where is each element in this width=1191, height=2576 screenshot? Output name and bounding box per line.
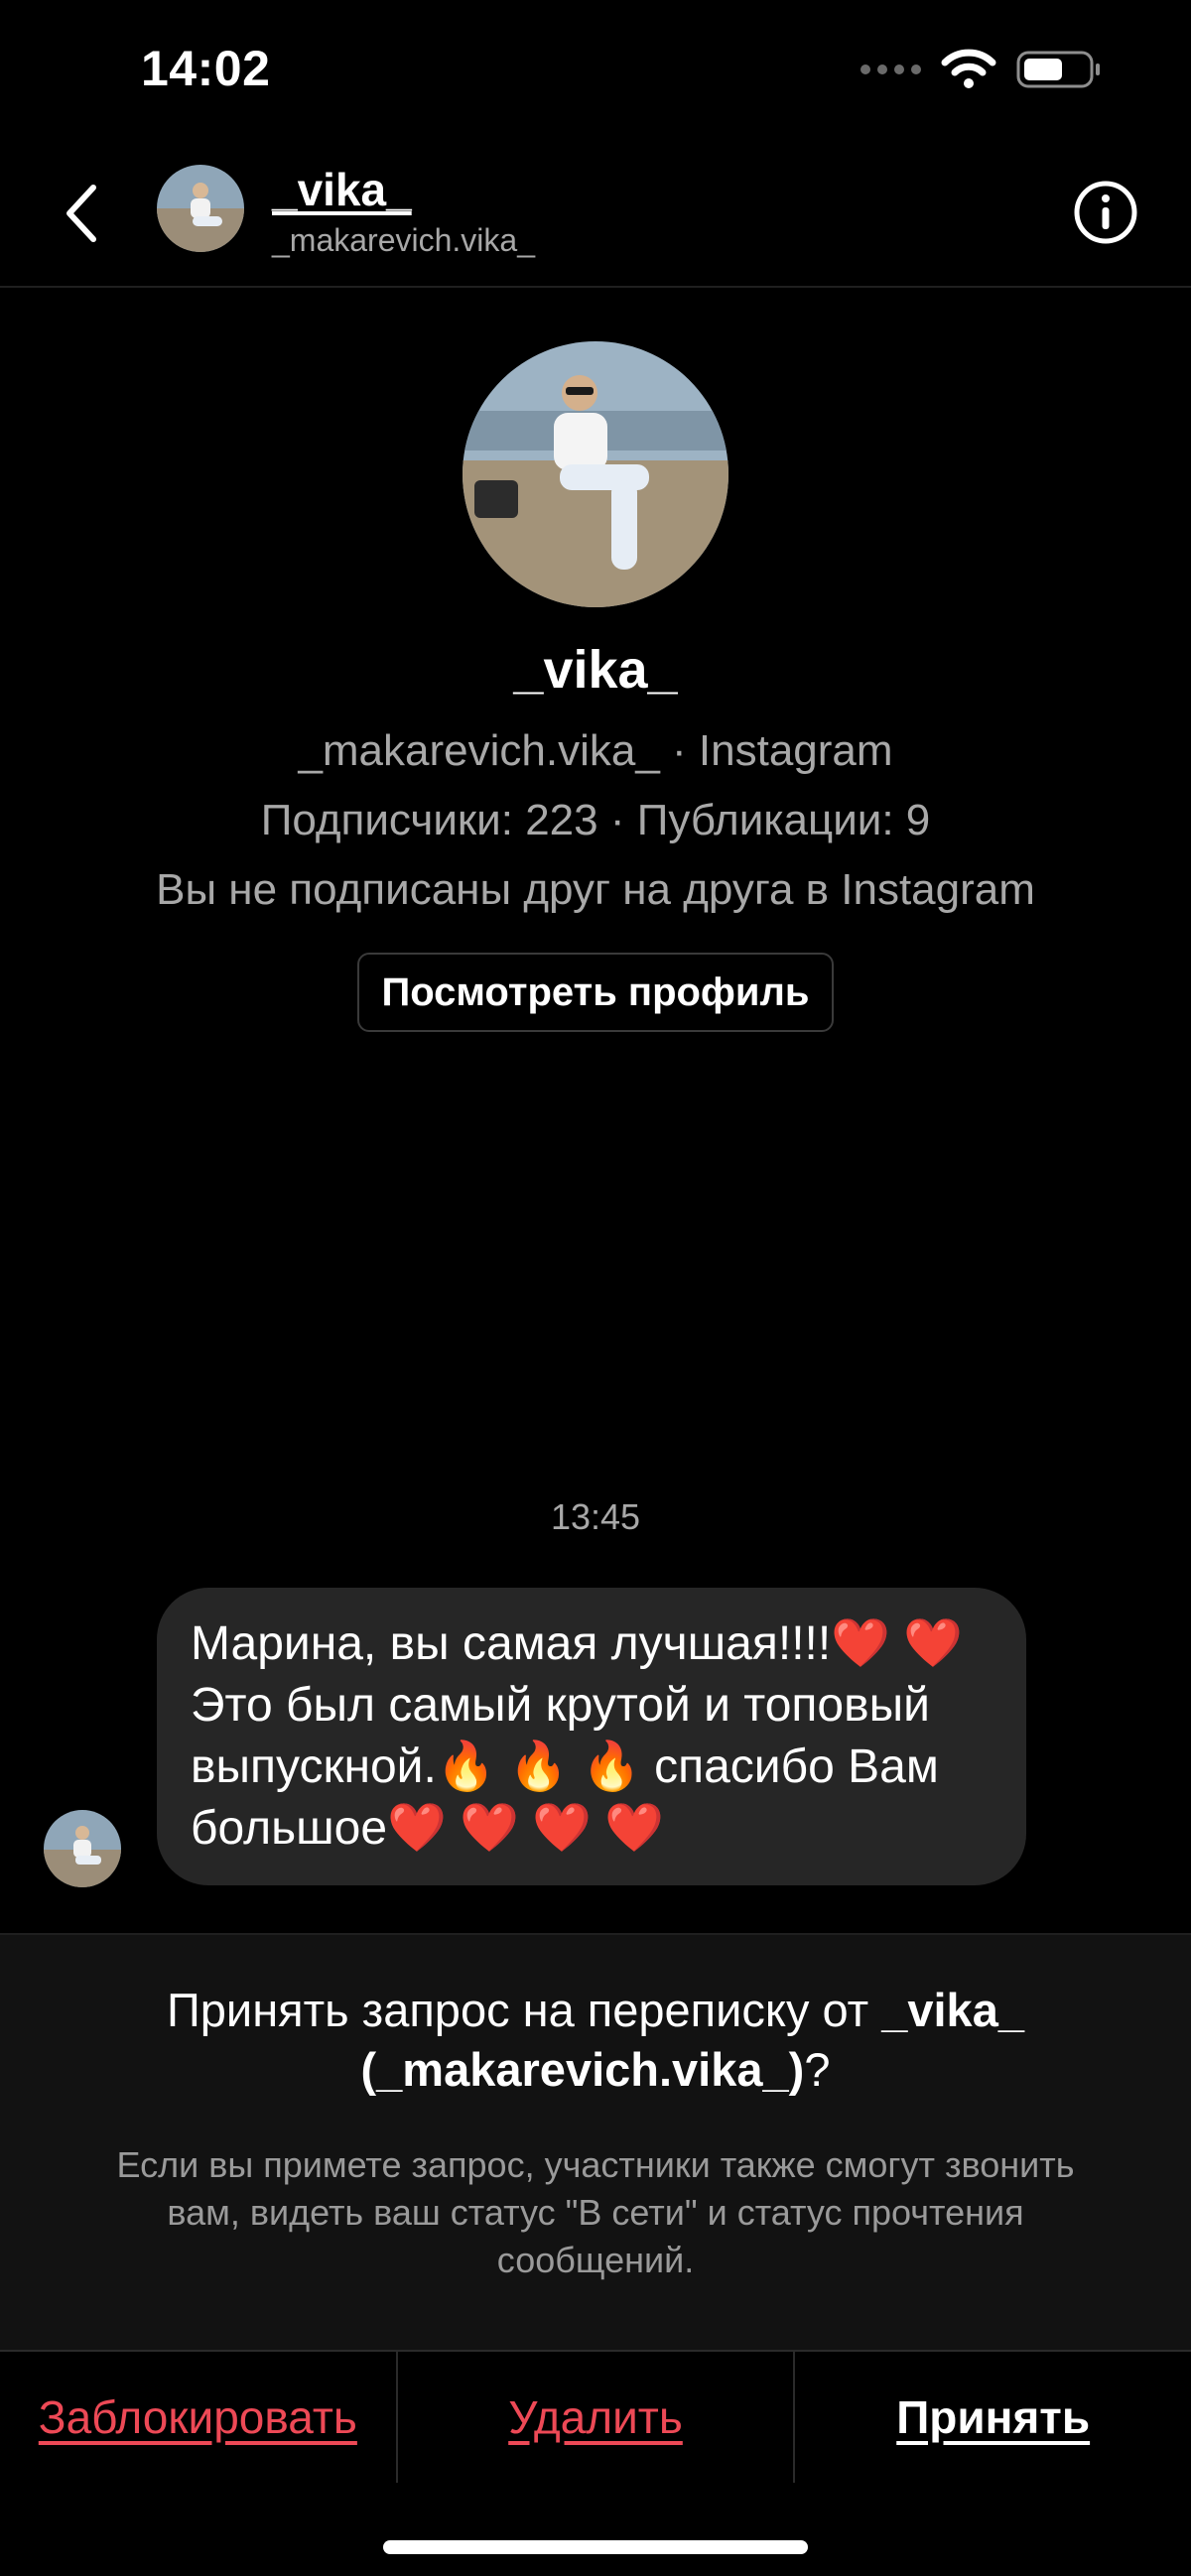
wifi-icon	[941, 49, 996, 88]
request-title-suffix: ?	[804, 2043, 831, 2096]
profile-card: _vika_ _makarevich.vika_ · Instagram Под…	[0, 341, 1191, 1032]
chat-header: _vika_ _makarevich.vika_	[0, 139, 1191, 288]
view-profile-button[interactable]: Посмотреть профиль	[357, 953, 834, 1032]
battery-icon	[1016, 51, 1100, 88]
delete-button[interactable]: Удалить	[395, 2352, 794, 2483]
back-chevron-icon	[66, 185, 96, 242]
header-avatar[interactable]	[157, 165, 244, 252]
status-icons	[860, 44, 1102, 95]
home-indicator[interactable]	[383, 2540, 808, 2554]
request-note: Если вы примете запрос, участники также …	[116, 2144, 1075, 2280]
profile-stats: Подписчики: 223 · Публикации: 9	[260, 796, 931, 844]
accept-button[interactable]: Принять	[793, 2352, 1191, 2483]
message-sender-avatar[interactable]	[44, 1810, 121, 1887]
profile-relation: Вы не подписаны друг на друга в Instagra…	[156, 865, 1035, 914]
profile-subtitle: _makarevich.vika_ · Instagram	[298, 726, 893, 775]
message-timestamp: 13:45	[550, 1496, 641, 1537]
message-text-line: Марина, вы самая лучшая!!!!❤️ ❤️	[191, 1617, 964, 1670]
message-request-panel: Принять запрос на переписку от _vika_ (_m…	[0, 1933, 1191, 2352]
message-text-line: большое❤️ ❤️ ❤️ ❤️	[191, 1802, 665, 1855]
request-title-prefix: Принять запрос на переписку от	[167, 1984, 882, 2036]
profile-avatar[interactable]	[463, 341, 728, 607]
back-button[interactable]	[52, 177, 111, 250]
info-button[interactable]	[1072, 179, 1139, 246]
request-title: Принять запрос на переписку от _vika_ (_m…	[60, 1981, 1131, 2100]
cellular-signal-icon	[860, 64, 921, 74]
request-title-username: (_makarevich.vika_)	[360, 2043, 805, 2096]
message-text-line: выпускной.🔥 🔥 🔥 спасибо Вам	[191, 1740, 939, 1793]
info-icon	[1074, 181, 1137, 244]
profile-name: _vika_	[513, 640, 678, 700]
request-title-name: _vika_	[881, 1984, 1024, 2036]
header-username: _makarevich.vika_	[272, 222, 535, 258]
header-display-name[interactable]: _vika_	[272, 163, 412, 216]
dm-request-screen: 14:02 _vika_ _makarevich.vika_ _vika_ _m…	[0, 0, 1191, 2576]
request-actions: Заблокировать Удалить Принять	[0, 2350, 1191, 2483]
block-button[interactable]: Заблокировать	[0, 2352, 396, 2483]
status-time: 14:02	[141, 41, 271, 96]
message-text-line: Это был самый крутой и топовый	[191, 1679, 930, 1732]
message-bubble[interactable]: Марина, вы самая лучшая!!!!❤️ ❤️ Это был…	[157, 1588, 1026, 1885]
